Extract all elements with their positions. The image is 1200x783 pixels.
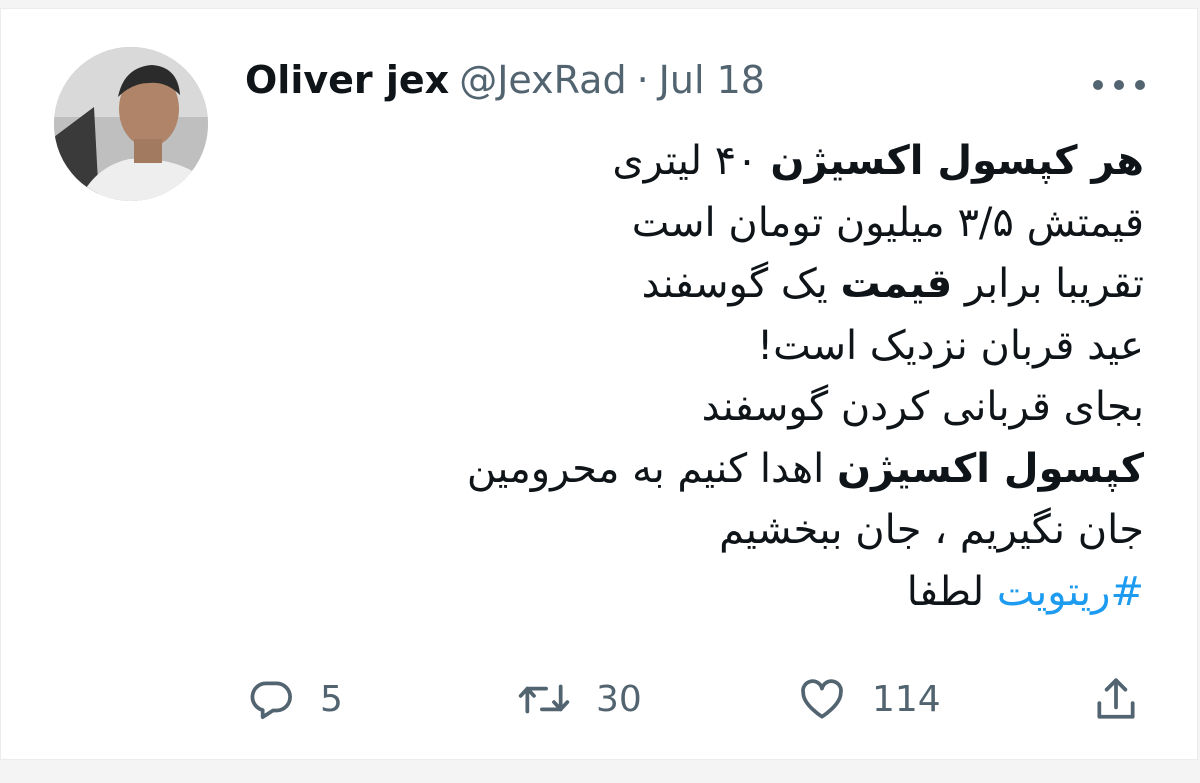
- author-handle[interactable]: @JexRad: [459, 58, 626, 102]
- separator-dot: ·: [636, 58, 649, 102]
- author-name[interactable]: Oliver jex: [245, 58, 449, 102]
- tweet-text-segment: اهدا کنیم به محرومین: [466, 445, 837, 492]
- tweet-line: کپسول اکسیژن اهدا کنیم به محرومین: [421, 439, 1144, 501]
- retweet-button[interactable]: 30: [516, 669, 642, 729]
- tweet-line: قیمتش ۳/۵ میلیون تومان است: [421, 193, 1144, 255]
- reply-icon: [246, 674, 296, 724]
- tweet-text-segment: یک گوسفند: [641, 261, 841, 307]
- tweet-text-segment: هر کپسول اکسیژن: [770, 138, 1144, 184]
- tweet-line: تقریبا برابر قیمت یک گوسفند: [421, 254, 1144, 316]
- like-count: 114: [872, 678, 941, 720]
- tweet-card[interactable]: Oliver jex @JexRad · Jul 18 هر کپسول اکسیژن…: [0, 8, 1198, 760]
- reply-button[interactable]: 5: [246, 669, 343, 729]
- tweet-text: هر کپسول اکسیژن ۴۰ لیتری قیمتش ۳/۵ میلیون…: [421, 131, 1144, 623]
- share-icon: [1091, 674, 1141, 724]
- heart-icon: [796, 674, 848, 724]
- retweet-count: 30: [596, 678, 642, 720]
- retweet-icon: [516, 674, 572, 724]
- like-button[interactable]: 114: [796, 669, 941, 729]
- tweet-text-segment: کپسول اکسیژن: [836, 445, 1144, 492]
- hashtag-link[interactable]: #ریتویت: [997, 569, 1144, 615]
- tweet-text-segment: قیمت: [840, 261, 953, 307]
- tweet-line: عید قربان نزدیک است!: [421, 316, 1144, 378]
- tweet-header: Oliver jex @JexRad · Jul 18: [245, 57, 765, 103]
- share-button[interactable]: [1091, 669, 1141, 729]
- tweet-text-segment: ۴۰ لیتری: [612, 138, 771, 184]
- tweet-text-segment: بجای قربانی کردن گوسفند: [701, 384, 1144, 430]
- tweet-line: هر کپسول اکسیژن ۴۰ لیتری: [421, 131, 1144, 193]
- tweet-actions: 5 30 114: [1, 669, 1197, 729]
- tweet-line: #ریتویت لطفا: [421, 562, 1144, 624]
- reply-count: 5: [320, 678, 343, 720]
- tweet-line: بجای قربانی کردن گوسفند: [421, 377, 1144, 439]
- tweet-date[interactable]: Jul 18: [659, 58, 765, 102]
- tweet-text-segment: لطفا: [906, 568, 997, 615]
- tweet-text-segment: قیمتش ۳/۵ میلیون تومان است: [631, 199, 1144, 246]
- more-options-icon[interactable]: [1093, 71, 1145, 99]
- tweet-text-segment: عید قربان نزدیک است!: [757, 322, 1144, 369]
- avatar[interactable]: [54, 47, 208, 201]
- tweet-text-segment: جان نگیریم ، جان ببخشیم: [719, 507, 1144, 553]
- tweet-text-segment: تقریبا برابر: [952, 261, 1144, 307]
- tweet-line: جان نگیریم ، جان ببخشیم: [421, 500, 1144, 562]
